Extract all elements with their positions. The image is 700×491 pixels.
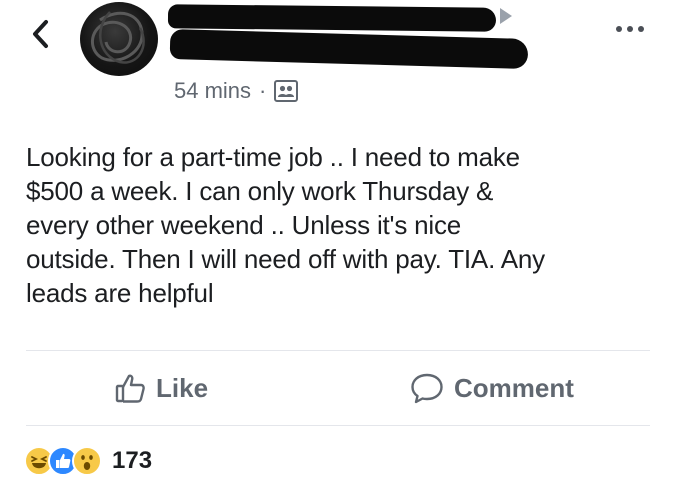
reactions-summary[interactable]: 173 bbox=[24, 446, 152, 476]
divider bbox=[26, 425, 650, 426]
redacted-name bbox=[167, 4, 497, 32]
chevron-left-icon bbox=[33, 20, 48, 48]
like-button[interactable]: Like bbox=[114, 368, 208, 408]
like-label: Like bbox=[156, 372, 209, 403]
avatar-scribble bbox=[91, 11, 145, 64]
more-options-button[interactable] bbox=[616, 26, 644, 32]
comment-label: Comment bbox=[454, 372, 574, 403]
post-body: Looking for a part-time job .. I need to… bbox=[26, 142, 545, 308]
timestamp[interactable]: 54 mins bbox=[174, 78, 251, 104]
comment-bubble-icon bbox=[411, 373, 443, 404]
avatar[interactable] bbox=[80, 2, 158, 76]
wow-reaction-icon bbox=[72, 446, 102, 476]
caret-right-icon bbox=[500, 8, 512, 24]
divider bbox=[26, 350, 650, 351]
reaction-count: 173 bbox=[112, 447, 153, 474]
friends-audience-icon bbox=[274, 80, 299, 102]
comment-button[interactable]: Comment bbox=[410, 368, 574, 408]
thumbs-up-icon bbox=[115, 374, 145, 403]
redacted-group-name bbox=[169, 29, 529, 69]
post-meta: 54 mins · bbox=[174, 78, 299, 104]
back-button[interactable] bbox=[26, 16, 56, 52]
separator: · bbox=[259, 78, 267, 103]
more-dots-icon bbox=[616, 26, 622, 32]
